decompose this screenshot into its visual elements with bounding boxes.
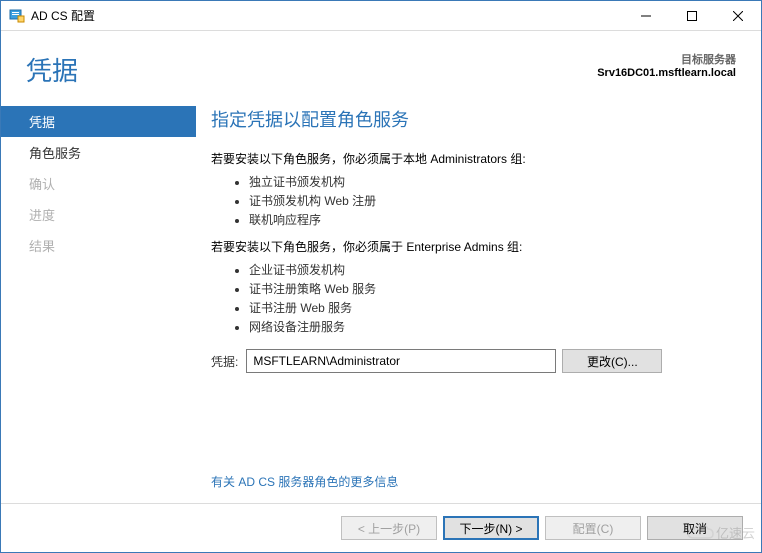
header-area: 凭据 目标服务器 Srv16DC01.msftlearn.local bbox=[1, 31, 761, 96]
next-button[interactable]: 下一步(N) > bbox=[443, 516, 539, 540]
titlebar: AD CS 配置 bbox=[1, 1, 761, 31]
nav-item-credentials[interactable]: 凭据 bbox=[1, 106, 196, 137]
nav-item-role-services[interactable]: 角色服务 bbox=[1, 137, 196, 168]
target-block: 目标服务器 Srv16DC01.msftlearn.local bbox=[597, 51, 736, 88]
sidebar: 凭据 角色服务 确认 进度 结果 bbox=[1, 96, 196, 503]
target-server-label: 目标服务器 bbox=[597, 51, 736, 67]
group2-list: 企业证书颁发机构 证书注册策略 Web 服务 证书注册 Web 服务 网络设备注… bbox=[211, 261, 736, 335]
credentials-label: 凭据: bbox=[211, 353, 238, 370]
window-title: AD CS 配置 bbox=[31, 7, 95, 24]
group2-intro: 若要安装以下角色服务，你必须属于 Enterprise Admins 组: bbox=[211, 238, 736, 255]
configure-button: 配置(C) bbox=[545, 516, 641, 540]
list-item: 证书颁发机构 Web 注册 bbox=[249, 192, 736, 209]
content: 指定凭据以配置角色服务 若要安装以下角色服务，你必须属于本地 Administr… bbox=[196, 96, 761, 503]
list-item: 联机响应程序 bbox=[249, 211, 736, 228]
close-button[interactable] bbox=[715, 1, 761, 31]
target-server-value: Srv16DC01.msftlearn.local bbox=[597, 67, 736, 79]
group1-list: 独立证书颁发机构 证书颁发机构 Web 注册 联机响应程序 bbox=[211, 173, 736, 228]
group1-intro: 若要安装以下角色服务，你必须属于本地 Administrators 组: bbox=[211, 150, 736, 167]
footer: < 上一步(P) 下一步(N) > 配置(C) 取消 bbox=[1, 503, 761, 552]
content-heading: 指定凭据以配置角色服务 bbox=[211, 106, 736, 132]
credentials-row: 凭据: 更改(C)... bbox=[211, 349, 736, 373]
nav-item-confirmation: 确认 bbox=[1, 168, 196, 199]
cancel-button[interactable]: 取消 bbox=[647, 516, 743, 540]
nav-item-progress: 进度 bbox=[1, 199, 196, 230]
page-title: 凭据 bbox=[26, 51, 597, 88]
list-item: 企业证书颁发机构 bbox=[249, 261, 736, 278]
maximize-button[interactable] bbox=[669, 1, 715, 31]
nav-item-results: 结果 bbox=[1, 230, 196, 261]
app-icon bbox=[9, 8, 25, 24]
list-item: 证书注册策略 Web 服务 bbox=[249, 280, 736, 297]
body: 凭据 角色服务 确认 进度 结果 指定凭据以配置角色服务 若要安装以下角色服务，… bbox=[1, 96, 761, 503]
list-item: 独立证书颁发机构 bbox=[249, 173, 736, 190]
list-item: 网络设备注册服务 bbox=[249, 318, 736, 335]
change-button[interactable]: 更改(C)... bbox=[562, 349, 662, 373]
more-info-link[interactable]: 有关 AD CS 服务器角色的更多信息 bbox=[211, 473, 398, 490]
minimize-button[interactable] bbox=[623, 1, 669, 31]
credentials-input[interactable] bbox=[246, 349, 556, 373]
list-item: 证书注册 Web 服务 bbox=[249, 299, 736, 316]
prev-button: < 上一步(P) bbox=[341, 516, 437, 540]
adcs-config-window: AD CS 配置 凭据 目标服务器 Srv16DC01.msftlearn.lo… bbox=[0, 0, 762, 553]
